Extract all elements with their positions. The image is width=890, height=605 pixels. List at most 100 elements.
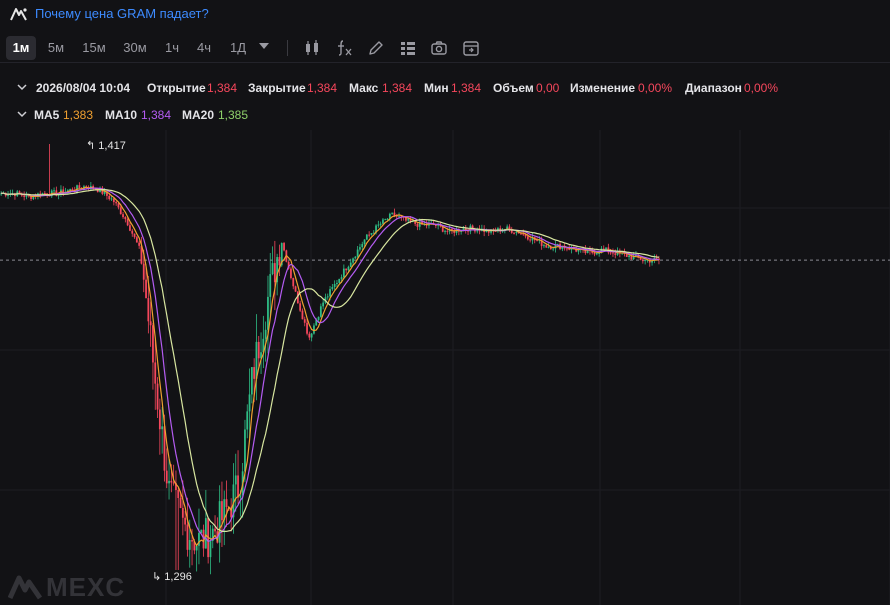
candle-body bbox=[108, 195, 111, 200]
calendar-icon[interactable] bbox=[461, 38, 481, 58]
candle-body bbox=[644, 259, 647, 261]
candle-body bbox=[271, 263, 274, 275]
candle-body bbox=[110, 198, 113, 200]
candle-body bbox=[170, 480, 173, 483]
candle-body bbox=[149, 321, 152, 326]
candle-body bbox=[250, 367, 253, 395]
candle-body bbox=[294, 286, 297, 292]
ma5-value: 1,383 bbox=[63, 108, 94, 122]
candle-body bbox=[184, 517, 187, 525]
layout-list-icon[interactable] bbox=[398, 38, 418, 58]
range-label: Диапазон bbox=[685, 81, 742, 95]
candle-body bbox=[407, 218, 410, 221]
candle-body bbox=[303, 319, 306, 323]
low-marker: ↳ 1,296 bbox=[152, 570, 192, 583]
high-value: 1,384 bbox=[382, 81, 413, 95]
candle-body bbox=[593, 252, 596, 255]
candle-body bbox=[393, 212, 396, 216]
candle-body bbox=[605, 247, 607, 250]
candle-body bbox=[283, 243, 285, 251]
candle-body bbox=[165, 470, 168, 484]
candle-body bbox=[147, 298, 150, 322]
candle-body bbox=[129, 225, 131, 231]
candle-body bbox=[221, 501, 223, 521]
ma-info-row: MA5 1,383 MA10 1,384 MA20 1,385 bbox=[0, 104, 400, 126]
candle-body bbox=[326, 296, 329, 298]
candle-body bbox=[379, 223, 382, 225]
price-chart[interactable] bbox=[0, 130, 890, 605]
candle-body bbox=[186, 524, 189, 550]
low-marker-arrow-icon: ↳ bbox=[152, 571, 165, 583]
candle-body bbox=[292, 278, 295, 287]
timeframe-1h[interactable]: 1ч bbox=[160, 36, 184, 60]
candle-body bbox=[124, 217, 127, 220]
timeframe-1d[interactable]: 1Д bbox=[224, 36, 252, 60]
candle-body bbox=[264, 329, 267, 339]
candle-body bbox=[602, 248, 605, 250]
low-value: 1,384 bbox=[451, 81, 482, 95]
candle-body bbox=[290, 268, 292, 279]
candle-body bbox=[310, 333, 313, 338]
candle-body bbox=[115, 202, 118, 204]
collapse-chevron-icon[interactable] bbox=[16, 81, 28, 93]
candle-body bbox=[177, 490, 180, 499]
candle-body bbox=[543, 245, 545, 247]
timeframe-5m[interactable]: 5м bbox=[42, 36, 70, 60]
ma10-label: MA10 bbox=[105, 108, 138, 122]
high-marker: ↰ 1,417 bbox=[86, 139, 126, 152]
timeframe-1m[interactable]: 1м bbox=[6, 36, 36, 60]
candle-body bbox=[308, 333, 311, 338]
candlestick-icon[interactable] bbox=[302, 38, 322, 58]
camera-icon[interactable] bbox=[429, 38, 449, 58]
candle-body bbox=[446, 230, 449, 232]
candle-body bbox=[331, 287, 334, 290]
candle-body bbox=[552, 248, 555, 250]
candle-body bbox=[363, 239, 366, 245]
candle-body bbox=[156, 383, 159, 410]
candle-body bbox=[342, 268, 345, 278]
candle-body bbox=[391, 212, 394, 214]
candle-body bbox=[386, 218, 389, 220]
candle-body bbox=[131, 230, 134, 234]
candle-body bbox=[547, 246, 550, 248]
ma-collapse-chevron-icon[interactable] bbox=[16, 108, 28, 120]
candle-body bbox=[612, 252, 614, 254]
candle-body bbox=[133, 233, 136, 238]
timeframe-15m[interactable]: 15м bbox=[78, 36, 110, 60]
candle-body bbox=[359, 247, 361, 250]
candle-body bbox=[225, 499, 228, 508]
timeframe-30m[interactable]: 30м bbox=[118, 36, 152, 60]
candle-body bbox=[520, 233, 522, 235]
chart-grid bbox=[0, 130, 890, 605]
candle-body bbox=[191, 540, 193, 542]
high-marker-arrow-icon: ↰ bbox=[86, 140, 99, 152]
candle-body bbox=[138, 242, 141, 246]
candle-body bbox=[614, 253, 617, 255]
candle-body bbox=[313, 325, 315, 334]
timeframe-4h[interactable]: 4ч bbox=[192, 36, 216, 60]
candle-body bbox=[154, 362, 157, 384]
change-label: Изменение bbox=[570, 81, 636, 95]
candle-body bbox=[152, 325, 154, 363]
close-value: 1,384 bbox=[307, 81, 338, 95]
mexc-logo-icon bbox=[10, 8, 27, 21]
candle-body bbox=[628, 255, 630, 258]
candle-body bbox=[609, 252, 612, 254]
pencil-icon[interactable] bbox=[366, 38, 386, 58]
close-label: Закрытие bbox=[248, 81, 306, 95]
candle-body bbox=[529, 239, 532, 241]
candle-body bbox=[361, 244, 364, 248]
range-value: 0,00% bbox=[744, 81, 779, 95]
candle-body bbox=[317, 316, 320, 321]
candle-body bbox=[338, 278, 341, 283]
more-timeframes-chevron-icon[interactable] bbox=[259, 43, 269, 49]
candle-body bbox=[354, 256, 357, 259]
candle-body bbox=[513, 232, 515, 234]
candle-body bbox=[126, 219, 129, 226]
candle-body bbox=[340, 277, 343, 279]
indicator-fx-icon[interactable] bbox=[334, 38, 354, 58]
candle-body bbox=[566, 248, 568, 250]
why-price-falls-link[interactable]: Почему цена GRAM падает? bbox=[35, 6, 209, 21]
candle-body bbox=[188, 540, 191, 550]
candle-body bbox=[382, 219, 384, 224]
